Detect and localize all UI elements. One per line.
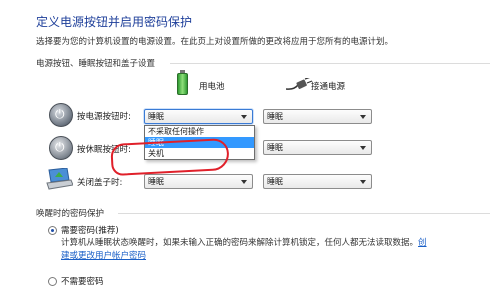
no-password-radio[interactable]	[48, 277, 57, 286]
require-password-radio[interactable]	[48, 226, 57, 235]
power-button-battery-value: 睡眠	[148, 112, 164, 121]
sleep-button-plugged-value: 睡眠	[267, 143, 283, 152]
chevron-down-icon	[360, 115, 366, 119]
lid-close-battery-value: 睡眠	[148, 177, 164, 186]
lid-close-battery-select[interactable]: 睡眠	[144, 174, 253, 189]
power-button-icon	[49, 103, 73, 127]
section-divider	[170, 63, 490, 64]
require-password-label: 需要密码(推荐)	[61, 226, 119, 236]
chevron-down-icon	[241, 115, 247, 119]
require-password-desc-text: 计算机从睡眠状态唤醒时，如果未输入正确的密码来解除计算机锁定，任何人都无法读取数…	[61, 238, 419, 248]
annotation-circle	[110, 137, 230, 177]
power-plug-icon	[286, 78, 312, 90]
password-section-heading: 唤醒时的密码保护	[36, 209, 105, 219]
page-description: 选择要为您的计算机设置的电源设置。在此页上对设置所做的更改将应用于您所有的电源计…	[36, 37, 394, 47]
dropdown-option-do-nothing[interactable]: 不采取任何操作	[145, 126, 254, 137]
plugged-column-header: 接通电源	[311, 82, 346, 92]
lid-close-plugged-select[interactable]: 睡眠	[263, 174, 372, 189]
change-password-link-cont[interactable]: 建或更改用户帐户密码	[61, 251, 146, 261]
battery-column-header: 用电池	[199, 82, 225, 92]
page-title: 定义电源按钮并启用密码保护	[36, 15, 193, 29]
change-password-link[interactable]: 创	[418, 238, 427, 248]
power-button-plugged-select[interactable]: 睡眠	[263, 109, 372, 124]
power-button-battery-select[interactable]: 睡眠	[144, 109, 253, 124]
lid-close-plugged-value: 睡眠	[267, 177, 283, 186]
battery-icon	[177, 70, 188, 95]
require-password-description: 计算机从睡眠状态唤醒时，如果未输入正确的密码来解除计算机锁定，任何人都无法读取数…	[61, 237, 471, 263]
chevron-down-icon	[360, 146, 366, 150]
sleep-button-plugged-select[interactable]: 睡眠	[263, 140, 372, 155]
section-divider	[118, 213, 490, 214]
sleep-button-icon	[49, 136, 73, 160]
laptop-lid-icon	[46, 168, 73, 190]
no-password-label: 不需要密码	[61, 277, 104, 287]
power-button-label: 按电源按钮时:	[77, 112, 131, 122]
buttons-section-heading: 电源按钮、睡眠按钮和盖子设置	[36, 59, 156, 69]
lid-close-label: 关闭盖子时:	[77, 178, 123, 188]
chevron-down-icon	[241, 180, 247, 184]
power-button-plugged-value: 睡眠	[267, 112, 283, 121]
chevron-down-icon	[360, 180, 366, 184]
